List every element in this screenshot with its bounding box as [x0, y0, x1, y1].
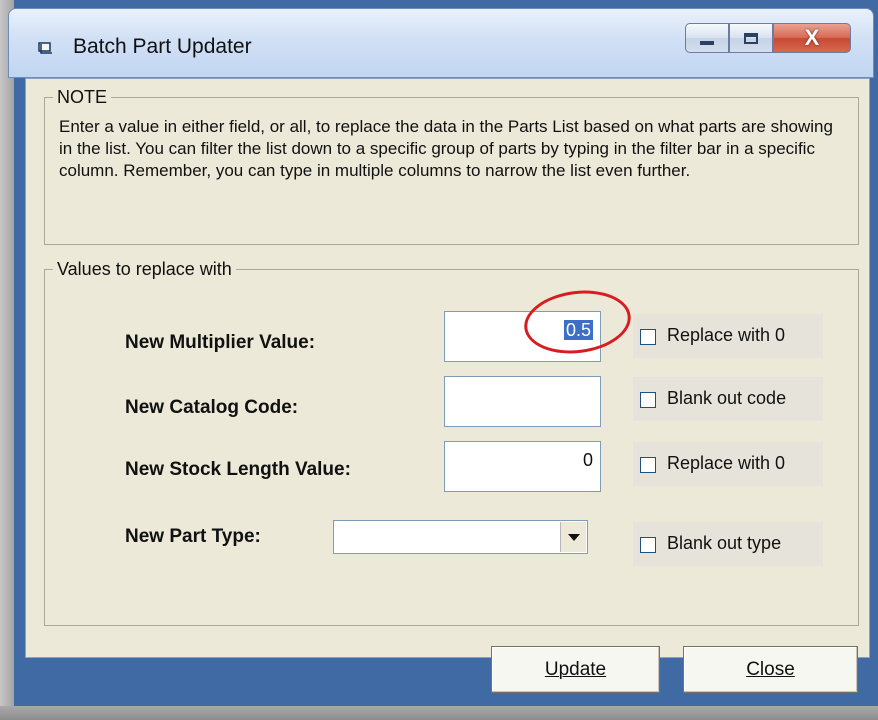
note-legend: NOTE	[53, 87, 112, 108]
batch-part-updater-window: Batch Part Updater X NOTE Enter a value …	[0, 0, 878, 720]
replace-stock-with-zero[interactable]: Replace with 0	[633, 442, 823, 486]
blank-out-type-checkbox[interactable]	[640, 537, 656, 553]
update-button-label: Update	[544, 658, 607, 680]
blank-out-code-checkbox[interactable]	[640, 392, 656, 408]
blank-out-type[interactable]: Blank out type	[633, 522, 823, 566]
replace-stock-checkbox[interactable]	[640, 457, 656, 473]
stock-length-label: New Stock Length Value:	[125, 459, 351, 480]
part-type-dropdown[interactable]	[333, 520, 588, 554]
dropdown-arrow-icon	[567, 533, 580, 541]
close-icon: X	[804, 25, 820, 50]
blank-out-type-label: Blank out type	[667, 533, 782, 553]
values-legend: Values to replace with	[53, 259, 236, 280]
replace-stock-label: Replace with 0	[667, 453, 786, 473]
screen-shadow-left	[0, 0, 14, 720]
minimize-button[interactable]	[685, 23, 729, 53]
dropdown-button[interactable]	[560, 522, 586, 552]
blank-out-code-label: Blank out code	[667, 388, 787, 408]
dialog-client-area: NOTE Enter a value in either field, or a…	[25, 78, 870, 693]
window-title: Batch Part Updater	[73, 35, 252, 58]
replace-multiplier-with-zero[interactable]: Replace with 0	[633, 314, 823, 358]
stock-length-input[interactable]: 0	[444, 441, 601, 492]
maximize-icon	[744, 32, 758, 44]
blank-out-code[interactable]: Blank out code	[633, 377, 823, 421]
minimize-icon	[700, 41, 714, 45]
update-button[interactable]: Update	[491, 646, 660, 693]
note-text: Enter a value in either field, or all, t…	[59, 117, 833, 180]
note-group: NOTE Enter a value in either field, or a…	[44, 87, 859, 245]
close-button-label: Close	[746, 658, 795, 680]
maximize-button[interactable]	[729, 23, 773, 53]
screen-shadow-bottom	[0, 706, 878, 720]
app-window-icon	[38, 42, 52, 54]
window-controls: X	[685, 23, 851, 55]
title-bar: Batch Part Updater X	[8, 8, 874, 78]
replace-multiplier-label: Replace with 0	[667, 325, 786, 345]
multiplier-label: New Multiplier Value:	[125, 332, 316, 353]
catalog-code-label: New Catalog Code:	[125, 397, 299, 418]
replace-multiplier-checkbox[interactable]	[640, 329, 656, 345]
catalog-code-input[interactable]	[444, 376, 601, 427]
close-button[interactable]: Close	[683, 646, 858, 693]
close-window-button[interactable]: X	[773, 23, 851, 53]
part-type-label: New Part Type:	[125, 526, 261, 547]
